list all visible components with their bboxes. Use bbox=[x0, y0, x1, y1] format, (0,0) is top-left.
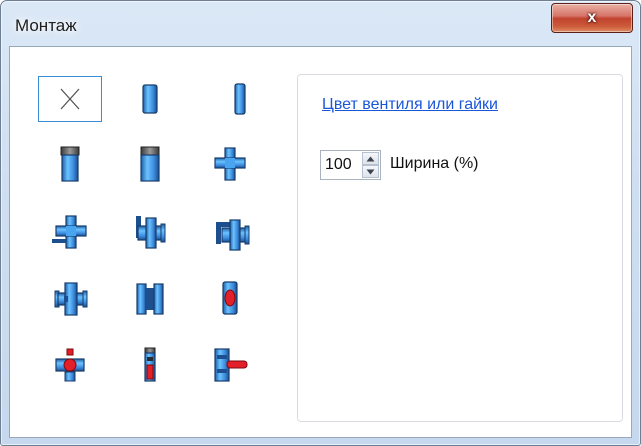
palette-item-pipe-narrow[interactable] bbox=[208, 76, 272, 122]
palette-item-valve-flanged[interactable] bbox=[38, 275, 102, 321]
tee-icon bbox=[214, 147, 246, 181]
palette-item-valve-left[interactable] bbox=[118, 209, 182, 255]
palette-item-none[interactable] bbox=[38, 76, 102, 122]
width-input[interactable] bbox=[325, 156, 359, 174]
tee-outlet-icon bbox=[52, 215, 87, 249]
dialog-body: Цвет вентиля или гайки Ширина (%) bbox=[9, 46, 632, 438]
settings-panel: Цвет вентиля или гайки Ширина (%) bbox=[297, 74, 623, 422]
arrow-down-icon bbox=[366, 169, 375, 174]
close-icon: x bbox=[587, 9, 597, 26]
palette-item-tee-with-outlet[interactable] bbox=[38, 209, 102, 255]
window-title: Монтаж bbox=[15, 16, 77, 35]
close-button[interactable]: x bbox=[551, 3, 633, 33]
palette-item-ball-valve[interactable] bbox=[198, 275, 262, 321]
valve-right-icon bbox=[216, 219, 250, 251]
pipe-icon bbox=[142, 84, 158, 114]
palette-item-coupling[interactable] bbox=[118, 275, 182, 321]
pipe-cap-short-icon bbox=[140, 146, 160, 182]
palette-item-ball-valve-lever[interactable] bbox=[198, 342, 262, 388]
pipe-cap-icon bbox=[60, 146, 80, 182]
ball-valve-lever-icon bbox=[214, 348, 248, 382]
valve-color-link[interactable]: Цвет вентиля или гайки bbox=[322, 96, 498, 114]
palette-item-pipe-with-cap-short[interactable] bbox=[118, 141, 182, 187]
ball-valve-icon bbox=[222, 281, 238, 315]
pipe-narrow-icon bbox=[234, 83, 246, 115]
palette-item-ball-valve-red-handle[interactable] bbox=[38, 342, 102, 388]
spin-up-button[interactable] bbox=[362, 152, 379, 165]
palette-item-valve-right[interactable] bbox=[198, 209, 262, 255]
ball-valve-vertical-icon bbox=[144, 347, 156, 382]
title-bar[interactable]: Монтаж x bbox=[1, 1, 640, 43]
palette-item-tee[interactable] bbox=[198, 141, 262, 187]
ball-valve-handle-icon bbox=[55, 348, 85, 382]
valve-left-icon bbox=[136, 216, 166, 249]
montage-dialog: Монтаж x Цвет вентиля или гайки 100 Шири… bbox=[0, 0, 641, 446]
width-spinner[interactable] bbox=[320, 150, 381, 180]
valve-flanged-icon bbox=[54, 282, 88, 316]
spin-down-button[interactable] bbox=[362, 165, 379, 178]
palette-item-ball-valve-vertical[interactable] bbox=[118, 342, 182, 388]
palette-item-pipe-short[interactable] bbox=[118, 76, 182, 122]
width-label: Ширина (%) bbox=[390, 155, 479, 172]
palette-item-pipe-with-cap[interactable] bbox=[38, 141, 102, 187]
coupling-icon bbox=[136, 283, 164, 315]
arrow-up-icon bbox=[366, 156, 375, 161]
cross-icon bbox=[60, 88, 80, 110]
